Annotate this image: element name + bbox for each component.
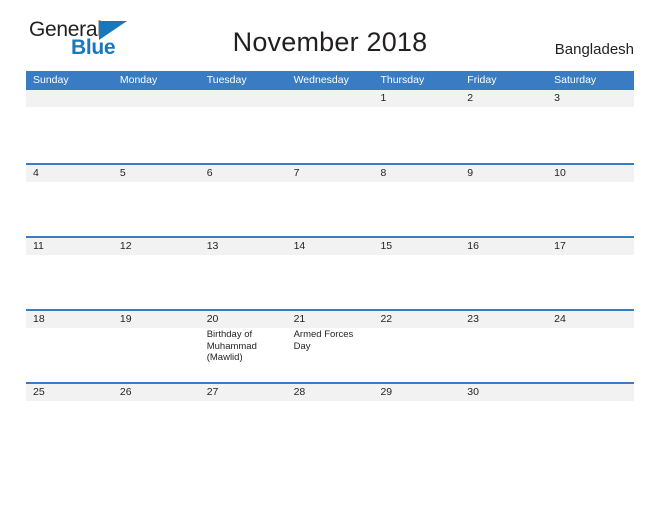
day-cell[interactable] xyxy=(547,255,634,309)
day-number[interactable]: 7 xyxy=(287,165,374,182)
day-number[interactable]: 8 xyxy=(373,165,460,182)
day-cell[interactable] xyxy=(113,107,200,161)
day-cell[interactable] xyxy=(287,255,374,309)
day-cell[interactable] xyxy=(200,107,287,161)
day-cell[interactable] xyxy=(26,401,113,455)
day-cell[interactable] xyxy=(26,107,113,161)
day-number[interactable]: 3 xyxy=(547,90,634,107)
day-event: Birthday of Muhammad (Mawlid) xyxy=(206,329,257,363)
day-number[interactable]: 1 xyxy=(373,90,460,107)
day-number[interactable]: 13 xyxy=(200,238,287,255)
day-number[interactable]: 20 xyxy=(200,311,287,328)
weekday-saturday: Saturday xyxy=(554,74,597,86)
day-number[interactable]: 30 xyxy=(460,384,547,401)
day-number[interactable]: 18 xyxy=(26,311,113,328)
day-cell[interactable] xyxy=(200,255,287,309)
weekday-thursday: Thursday xyxy=(380,74,425,86)
day-cell[interactable] xyxy=(460,401,547,455)
day-number[interactable]: 4 xyxy=(26,165,113,182)
day-number[interactable]: 5 xyxy=(113,165,200,182)
day-cell[interactable] xyxy=(460,328,547,382)
day-cell[interactable]: Armed Forces Day xyxy=(287,328,374,382)
week-row: 25 26 27 28 29 30 xyxy=(26,382,634,455)
day-cell[interactable] xyxy=(26,182,113,236)
day-cell[interactable] xyxy=(460,255,547,309)
day-number[interactable]: 10 xyxy=(547,165,634,182)
day-number[interactable] xyxy=(547,384,634,401)
day-cell[interactable] xyxy=(460,182,547,236)
day-cell[interactable] xyxy=(287,182,374,236)
week-number-band: 11 12 13 14 15 16 17 xyxy=(26,238,634,255)
day-cell[interactable] xyxy=(547,182,634,236)
day-number[interactable]: 21 xyxy=(287,311,374,328)
weekday-header-row: Sunday Monday Tuesday Wednesday Thursday… xyxy=(26,71,634,90)
day-number[interactable]: 12 xyxy=(113,238,200,255)
day-cell[interactable] xyxy=(287,401,374,455)
day-cell[interactable] xyxy=(373,328,460,382)
week-number-band: 18 19 20 21 22 23 24 xyxy=(26,311,634,328)
week-event-band xyxy=(26,255,634,309)
week-row: 1 2 3 xyxy=(26,90,634,163)
weekday-tuesday: Tuesday xyxy=(206,74,247,86)
day-number[interactable] xyxy=(113,90,200,107)
day-number[interactable]: 29 xyxy=(373,384,460,401)
weekday-monday: Monday xyxy=(119,74,158,86)
day-number[interactable]: 6 xyxy=(200,165,287,182)
day-cell[interactable] xyxy=(26,328,113,382)
week-row: 4 5 6 7 8 9 10 xyxy=(26,163,634,236)
day-number[interactable]: 24 xyxy=(547,311,634,328)
day-cell[interactable] xyxy=(26,255,113,309)
calendar-grid: Sunday Monday Tuesday Wednesday Thursday… xyxy=(26,71,634,455)
week-row: 11 12 13 14 15 16 17 xyxy=(26,236,634,309)
day-number[interactable]: 11 xyxy=(26,238,113,255)
day-number[interactable]: 17 xyxy=(547,238,634,255)
day-event: Armed Forces Day xyxy=(293,329,354,352)
day-cell[interactable]: Birthday of Muhammad (Mawlid) xyxy=(200,328,287,382)
day-number[interactable]: 22 xyxy=(373,311,460,328)
day-number[interactable]: 26 xyxy=(113,384,200,401)
day-cell[interactable] xyxy=(113,401,200,455)
week-event-band xyxy=(26,107,634,161)
day-cell[interactable] xyxy=(373,401,460,455)
week-row: 18 19 20 21 22 23 24 Birthday of Muhamma… xyxy=(26,309,634,382)
day-cell[interactable] xyxy=(547,107,634,161)
page-header: General Blue November 2018 Bangladesh xyxy=(0,0,660,70)
day-cell[interactable] xyxy=(200,182,287,236)
country-label: Bangladesh xyxy=(554,41,634,58)
weekday-wednesday: Wednesday xyxy=(293,74,349,86)
day-number[interactable]: 15 xyxy=(373,238,460,255)
day-number[interactable]: 25 xyxy=(26,384,113,401)
day-cell[interactable] xyxy=(373,255,460,309)
day-number[interactable]: 14 xyxy=(287,238,374,255)
day-number[interactable]: 2 xyxy=(460,90,547,107)
day-number[interactable] xyxy=(287,90,374,107)
day-number[interactable] xyxy=(200,90,287,107)
day-cell[interactable] xyxy=(373,107,460,161)
weekday-friday: Friday xyxy=(467,74,497,86)
day-number[interactable]: 16 xyxy=(460,238,547,255)
week-event-band xyxy=(26,182,634,236)
day-number[interactable]: 23 xyxy=(460,311,547,328)
day-cell[interactable] xyxy=(373,182,460,236)
week-number-band: 25 26 27 28 29 30 xyxy=(26,384,634,401)
day-cell[interactable] xyxy=(200,401,287,455)
day-cell[interactable] xyxy=(547,328,634,382)
day-cell[interactable] xyxy=(113,182,200,236)
day-cell[interactable] xyxy=(287,107,374,161)
day-number[interactable] xyxy=(26,90,113,107)
day-number[interactable]: 9 xyxy=(460,165,547,182)
day-number[interactable]: 28 xyxy=(287,384,374,401)
week-number-band: 4 5 6 7 8 9 10 xyxy=(26,165,634,182)
day-cell[interactable] xyxy=(113,328,200,382)
week-event-band: Birthday of Muhammad (Mawlid) Armed Forc… xyxy=(26,328,634,382)
weekday-sunday: Sunday xyxy=(33,74,69,86)
day-cell[interactable] xyxy=(460,107,547,161)
day-number[interactable]: 27 xyxy=(200,384,287,401)
week-number-band: 1 2 3 xyxy=(26,90,634,107)
day-cell[interactable] xyxy=(547,401,634,455)
day-number[interactable]: 19 xyxy=(113,311,200,328)
day-cell[interactable] xyxy=(113,255,200,309)
calendar-page: General Blue November 2018 Bangladesh Su… xyxy=(0,0,660,510)
week-event-band xyxy=(26,401,634,455)
